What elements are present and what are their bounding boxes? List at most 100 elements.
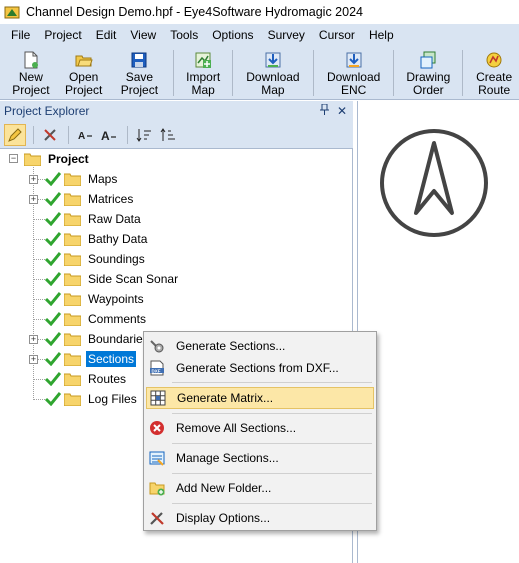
menu-remove-all-sections[interactable]: Remove All Sections... xyxy=(146,417,374,439)
menu-tools[interactable]: Tools xyxy=(163,24,205,46)
tree-node-boundaries[interactable]: Boundaries xyxy=(45,329,151,349)
tree-connector xyxy=(33,219,45,220)
menu-help[interactable]: Help xyxy=(362,24,401,46)
open-project-button[interactable]: Open Project xyxy=(56,46,112,100)
decrease-font-button[interactable]: A xyxy=(74,124,96,146)
menu-options[interactable]: Options xyxy=(205,24,260,46)
checkmark-icon[interactable] xyxy=(45,232,61,246)
toolbar-separator xyxy=(462,50,464,96)
menu-item-label: Display Options... xyxy=(176,511,271,525)
menu-generate-matrix[interactable]: Generate Matrix... xyxy=(146,387,374,409)
menu-file[interactable]: File xyxy=(4,24,37,46)
tree-node-project[interactable]: Project xyxy=(24,149,91,169)
menu-separator xyxy=(172,382,372,383)
menu-cursor[interactable]: Cursor xyxy=(312,24,362,46)
toolbar-separator xyxy=(68,125,69,144)
import-map-button[interactable]: Import Map xyxy=(180,46,226,100)
expand-node-icon[interactable]: + xyxy=(29,195,38,204)
tree-node-bathy-data[interactable]: Bathy Data xyxy=(45,229,149,249)
drawing-order-label-2: Order xyxy=(413,83,444,97)
download-map-button[interactable]: Download Map xyxy=(239,46,307,100)
north-arrow-icon xyxy=(380,129,488,237)
save-project-button[interactable]: Save Project xyxy=(112,46,168,100)
menu-edit[interactable]: Edit xyxy=(89,24,124,46)
menu-generate-sections-dxf[interactable]: DXF Generate Sections from DXF... xyxy=(146,357,374,379)
folder-icon xyxy=(64,313,81,326)
display-options-icon xyxy=(150,512,164,525)
create-route-button[interactable]: Create Route xyxy=(469,46,519,100)
close-icon[interactable]: ✕ xyxy=(335,104,349,118)
expand-node-icon[interactable]: + xyxy=(29,335,38,344)
sort-ascending-button[interactable] xyxy=(133,124,155,146)
tree-node-label: Raw Data xyxy=(88,212,141,226)
open-project-label-2: Project xyxy=(64,83,103,97)
tree-node-side-scan-sonar[interactable]: Side Scan Sonar xyxy=(45,269,180,289)
menu-separator xyxy=(172,413,372,414)
tree-node-waypoints[interactable]: Waypoints xyxy=(45,289,146,309)
checkmark-icon[interactable] xyxy=(45,312,61,326)
menu-manage-sections[interactable]: Manage Sections... xyxy=(146,447,374,469)
pencil-icon xyxy=(8,127,22,142)
expand-node-icon[interactable]: + xyxy=(29,175,38,184)
sort-descending-button[interactable] xyxy=(157,124,179,146)
tree-node-label: Maps xyxy=(88,172,118,186)
tree-node-label: Log Files xyxy=(88,392,137,406)
create-route-icon xyxy=(486,52,502,68)
checkmark-icon[interactable] xyxy=(45,172,61,186)
generate-sections-icon xyxy=(150,340,164,353)
checkmark-icon[interactable] xyxy=(45,272,61,286)
menu-display-options[interactable]: Display Options... xyxy=(146,507,374,529)
tree-node-label: Waypoints xyxy=(88,292,144,306)
checkmark-icon[interactable] xyxy=(45,392,61,406)
tree-node-log-files[interactable]: Log Files xyxy=(45,389,139,409)
font-increase-icon: A xyxy=(101,129,116,142)
checkmark-icon[interactable] xyxy=(45,372,61,386)
drawing-order-button[interactable]: Drawing Order xyxy=(400,46,456,100)
sort-ascending-icon xyxy=(136,128,151,142)
tree-connector xyxy=(33,379,45,380)
download-enc-button[interactable]: Download ENC xyxy=(320,46,388,100)
project-explorer-header: Project Explorer ✕ xyxy=(0,101,353,121)
folder-icon xyxy=(64,333,81,346)
tree-connector xyxy=(33,279,45,280)
checkmark-icon[interactable] xyxy=(45,192,61,206)
checkmark-icon[interactable] xyxy=(45,292,61,306)
tree-connector xyxy=(33,299,45,300)
matrix-grid-icon xyxy=(150,390,166,406)
download-map-label-2: Map xyxy=(261,83,285,97)
menu-add-new-folder[interactable]: Add New Folder... xyxy=(146,477,374,499)
tree-node-soundings[interactable]: Soundings xyxy=(45,249,147,269)
increase-font-button[interactable]: A xyxy=(98,124,120,146)
svg-text:A: A xyxy=(101,129,110,142)
tree-node-matrices[interactable]: Matrices xyxy=(45,189,135,209)
tools-button[interactable] xyxy=(39,124,61,146)
menu-item-label: Generate Sections... xyxy=(176,339,286,353)
download-map-icon xyxy=(265,52,281,68)
checkmark-icon[interactable] xyxy=(45,212,61,226)
collapse-root-icon[interactable]: − xyxy=(9,154,18,163)
folder-icon xyxy=(64,173,81,186)
pencil-tool-button[interactable] xyxy=(4,123,26,146)
tree-node-maps[interactable]: Maps xyxy=(45,169,119,189)
folder-icon xyxy=(64,373,81,386)
pin-icon[interactable] xyxy=(317,103,331,118)
menu-survey[interactable]: Survey xyxy=(261,24,312,46)
expand-node-icon[interactable]: + xyxy=(29,355,38,364)
new-project-button[interactable]: New Project xyxy=(6,46,56,100)
project-explorer-toolbar: A A xyxy=(0,121,353,149)
checkmark-icon[interactable] xyxy=(45,252,61,266)
menu-separator xyxy=(172,473,372,474)
map-view[interactable] xyxy=(357,101,519,563)
tree-node-raw-data[interactable]: Raw Data xyxy=(45,209,143,229)
menu-project[interactable]: Project xyxy=(37,24,88,46)
folder-icon xyxy=(64,273,81,286)
checkmark-icon[interactable] xyxy=(45,332,61,346)
manage-sections-icon xyxy=(149,451,165,466)
tree-node-routes[interactable]: Routes xyxy=(45,369,128,389)
tree-node-comments[interactable]: Comments xyxy=(45,309,148,329)
tree-node-label: Side Scan Sonar xyxy=(88,272,179,286)
checkmark-icon[interactable] xyxy=(45,352,61,366)
menu-view[interactable]: View xyxy=(123,24,163,46)
menu-generate-sections[interactable]: Generate Sections... xyxy=(146,335,374,357)
tree-node-sections[interactable]: Sections xyxy=(45,349,137,369)
